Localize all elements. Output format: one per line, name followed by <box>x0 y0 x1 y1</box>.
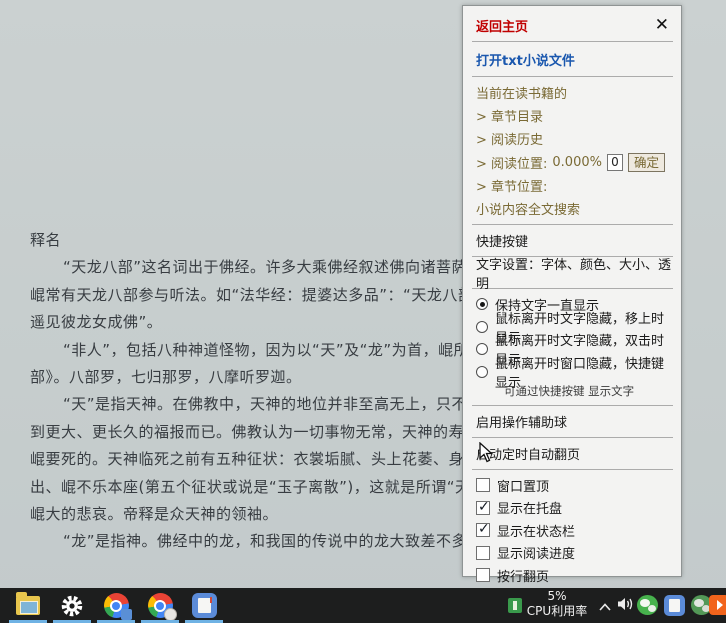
checkbox-icon[interactable] <box>476 523 490 537</box>
open-txt-file-label: 打开txt小说文件 <box>476 50 575 69</box>
cpu-label: CPU利用率 <box>518 604 596 619</box>
menu-text-settings[interactable]: 文字设置：字体、颜色、大小、透明 <box>476 261 675 284</box>
checkbox-label: 窗口置顶 <box>497 476 549 495</box>
divider <box>472 41 673 42</box>
panel-title-back-home[interactable]: 返回主页 <box>476 16 528 35</box>
menu-chapter-list[interactable]: > 章节目录 <box>476 104 675 127</box>
checkbox-show-in-statusbar[interactable]: 显示在状态栏 <box>476 519 675 542</box>
divider <box>472 76 673 77</box>
wechat-icon[interactable] <box>637 595 658 615</box>
divider <box>472 405 673 406</box>
checkbox-window-on-top[interactable]: 窗口置顶 <box>476 474 675 497</box>
checkbox-icon[interactable] <box>476 546 490 560</box>
radio-icon[interactable] <box>476 321 488 333</box>
cpu-percent: 5% <box>518 589 596 604</box>
speaker-icon[interactable] <box>617 596 635 616</box>
radio-icon[interactable] <box>476 298 488 310</box>
checkbox-icon[interactable] <box>476 568 490 582</box>
current-book-label: 当前在读书籍的 <box>476 81 675 104</box>
checkbox-icon[interactable] <box>476 478 490 492</box>
radio-icon[interactable] <box>476 366 488 378</box>
menu-auto-page-turn[interactable]: 启动定时自动翻页 <box>476 442 675 465</box>
reading-position-value: 0.000% <box>552 155 602 170</box>
cpu-meter[interactable]: 5% CPU利用率 <box>518 589 596 619</box>
open-txt-file-button[interactable]: 打开txt小说文件 <box>476 46 675 72</box>
system-tray: 5% CPU利用率 <box>0 588 726 623</box>
divider <box>472 469 673 470</box>
checkbox-label: 按行翻页 <box>497 566 549 585</box>
menu-reading-history[interactable]: > 阅读历史 <box>476 127 675 150</box>
menu-fulltext-search[interactable]: 小说内容全文搜索 <box>476 197 675 220</box>
divider <box>472 224 673 225</box>
checkbox-show-in-tray[interactable]: 显示在托盘 <box>476 497 675 520</box>
reader-settings-panel: 返回主页 ✕ 打开txt小说文件 当前在读书籍的 > 章节目录 > 阅读历史 >… <box>462 5 682 577</box>
radio-hide-window-show-on-hotkey[interactable]: 鼠标离开时窗口隐藏，快捷键显示 <box>476 361 675 384</box>
radio-icon[interactable] <box>476 343 488 355</box>
menu-hotkeys[interactable]: 快捷按键 <box>476 229 675 252</box>
reading-position-row: > 阅读位置: 0.000% 确定 <box>476 150 675 174</box>
checkbox-show-reading-progress[interactable]: 显示阅读进度 <box>476 542 675 565</box>
mouse-cursor <box>479 442 495 468</box>
menu-assist-ball[interactable]: 启用操作辅助球 <box>476 410 675 433</box>
checkbox-label: 显示阅读进度 <box>497 543 575 562</box>
close-icon[interactable]: ✕ <box>655 17 669 34</box>
reading-position-input[interactable] <box>607 154 623 171</box>
taskbar: 5% CPU利用率 <box>0 588 726 623</box>
checkbox-page-by-line[interactable]: 按行翻页 <box>476 564 675 587</box>
video-app-icon[interactable] <box>709 595 726 615</box>
menu-chapter-position[interactable]: > 章节位置: <box>476 174 675 197</box>
reading-position-label: > 阅读位置: <box>476 153 547 172</box>
tray-reader-app-icon[interactable] <box>664 595 685 616</box>
divider <box>472 437 673 438</box>
checkbox-label: 显示在托盘 <box>497 498 562 517</box>
checkbox-label: 显示在状态栏 <box>497 521 575 540</box>
chevron-up-icon[interactable] <box>598 597 612 616</box>
checkbox-icon[interactable] <box>476 501 490 515</box>
confirm-button[interactable]: 确定 <box>628 153 665 172</box>
